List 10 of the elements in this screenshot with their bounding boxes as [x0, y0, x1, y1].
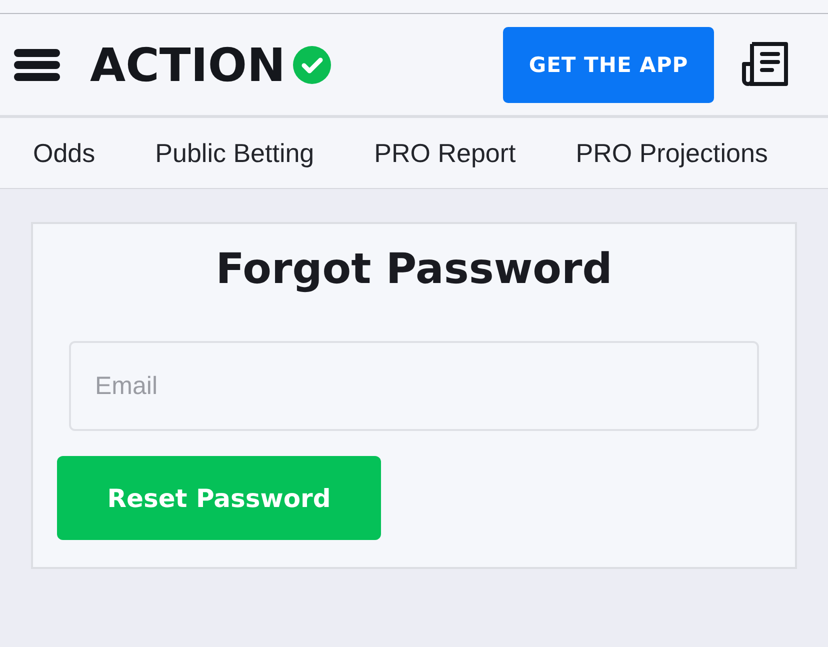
- nav-link[interactable]: Odds: [33, 138, 96, 168]
- nav-link[interactable]: PRO Projections: [576, 138, 768, 168]
- logo[interactable]: ACTION: [90, 38, 286, 92]
- menu-icon[interactable]: [14, 48, 60, 80]
- get-app-button[interactable]: GET THE APP: [503, 26, 714, 102]
- nav-link[interactable]: PRO Report: [374, 138, 516, 168]
- check-badge-icon: [293, 46, 332, 84]
- email-field[interactable]: Email: [69, 341, 759, 431]
- form-title: Forgot Password: [214, 244, 614, 293]
- nav-link[interactable]: Public Betting: [155, 138, 314, 168]
